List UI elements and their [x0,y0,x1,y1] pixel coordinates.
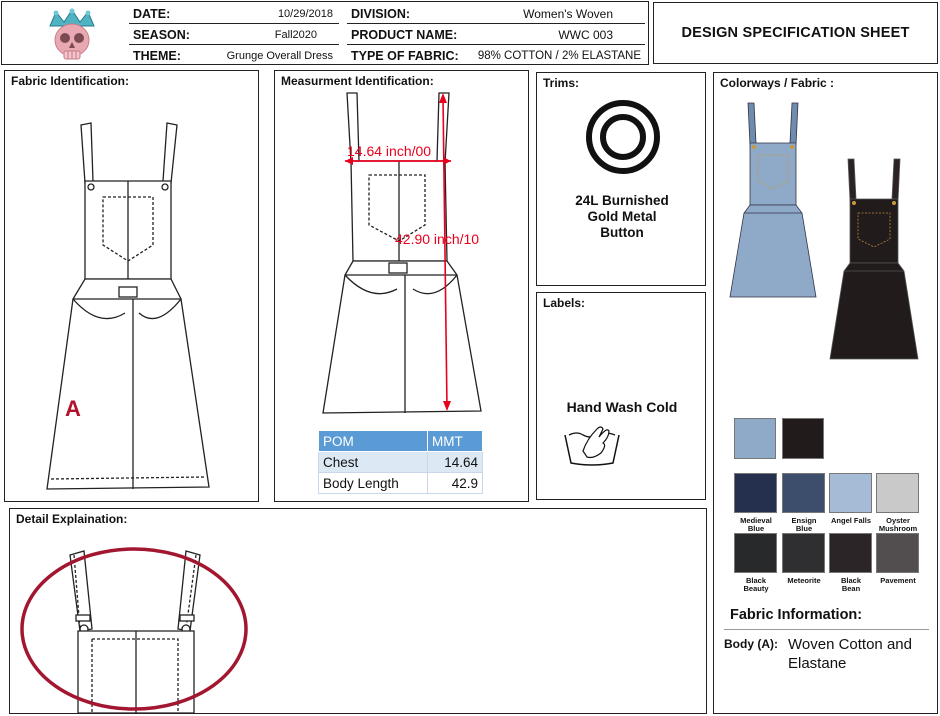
division-row: DIVISION: Women's Woven [347,4,645,24]
color-swatch [782,533,825,573]
overall-dress-flat-sketch [46,122,210,490]
season-row: SEASON: Fall2020 [129,25,339,45]
color-swatch-label-line-2: Blue [795,524,813,533]
product-value: WWC 003 [558,27,613,42]
color-swatch [829,473,872,513]
color-swatch [876,533,919,573]
color-swatch [734,473,777,513]
color-swatch-label-line-2: Mushroom [878,524,918,533]
product-row: PRODUCT NAME: WWC 003 [347,25,645,45]
fabric-type-value: 98% COTTON / 2% ELASTANE [477,50,641,62]
fabric-body-line-1: Woven Cotton and [788,636,912,653]
trim-line-3: Button [600,225,644,240]
color-swatch-label-line-2: Bean [841,584,861,593]
light-denim-dress-image [729,102,817,298]
color-swatch-label: Pavement [870,577,926,585]
table-cell-pom: Body Length [318,472,428,494]
trim-line-2: Gold Metal [587,209,657,224]
season-value: Fall2020 [274,28,317,41]
fabric-body-text: Woven Cotton and Elastane [788,635,912,673]
measurement-identification-title: Measurment Identification: [281,74,434,88]
table-cell-mmt: 14.64 [426,451,484,473]
trim-description: 24L Burnished Gold Metal Button [537,193,707,241]
fabric-marker-a: A [65,396,81,421]
table-row: Chest 14.64 [318,451,484,473]
table-cell-mmt: 42.9 [426,472,484,494]
table-cell-pom: Chest [318,451,428,473]
fabric-swatch-light-denim [734,418,776,459]
date-row: DATE: 10/29/2018 [129,4,339,24]
header-panel: DATE: 10/29/2018 SEASON: Fall2020 THEME:… [1,1,649,65]
fabric-identification-title: Fabric Identification: [11,74,130,88]
table-header-mmt: MMT [426,430,484,452]
table-row: Body Length 42.9 [318,472,484,494]
strap-detail-sketch [20,547,248,713]
theme-value: Grunge Overall Dress [226,50,333,62]
detail-explanation-title: Detail Explaination: [16,512,128,526]
color-swatch [734,533,777,573]
skull-crown-logo [49,8,95,60]
color-swatch-label-line-2: Beauty [743,584,769,593]
division-label: DIVISION: [351,6,411,21]
labels-title: Labels: [543,296,586,310]
fabric-identification-panel: Fabric Identification: A [4,70,259,502]
color-swatch-label: Oyster Mushroom [870,517,926,533]
colorways-panel: Colorways / Fabric : Medieval Blue Ensign B… [713,72,938,714]
black-denim-dress-image [829,158,919,360]
division-value: Women's Woven [523,6,613,21]
season-label: SEASON: [133,27,190,42]
detail-explanation-panel: Detail Explaination: [9,508,707,714]
color-swatch [782,473,825,513]
colorways-title: Colorways / Fabric : [720,76,835,90]
care-instruction: Hand Wash Cold [566,399,678,415]
trims-title: Trims: [543,76,580,90]
fabric-information-title: Fabric Information: [730,607,863,623]
theme-row: THEME: Grunge Overall Dress [129,46,339,66]
fabric-type-row: TYPE OF FABRIC: 98% COTTON / 2% ELASTANE [347,46,645,66]
table-header-row: POM MMT [318,430,484,452]
trims-panel: Trims: 24L Burnished Gold Metal Button [536,72,706,286]
length-annotation: 42.90 inch/10 [395,231,480,247]
hand-wash-icon [564,426,620,466]
chest-annotation: 14.64 inch/00 [347,143,432,159]
color-swatch-label-line-1: Pavement [880,576,916,585]
color-swatch [876,473,919,513]
color-swatch [829,533,872,573]
measurement-table: POM MMT Chest 14.64 Body Length 42.9 [318,430,484,494]
fabric-body-line-2: Elastane [788,655,847,672]
date-value: 10/29/2018 [277,7,333,20]
date-label: DATE: [133,6,171,21]
theme-label: THEME: [133,49,181,63]
metal-button-icon [586,100,660,174]
labels-panel: Labels: Hand Wash Cold [536,292,706,500]
sheet-title: DESIGN SPECIFICATION SHEET [653,2,938,64]
fabric-type-label: TYPE OF FABRIC: [351,49,459,63]
fabric-information-divider [724,629,929,630]
trim-line-1: 24L Burnished [575,193,669,208]
table-header-pom: POM [318,430,428,452]
measurement-flat-sketch [322,92,482,414]
product-label: PRODUCT NAME: [351,27,458,42]
fabric-swatch-black-denim [782,418,824,459]
fabric-body-label: Body (A): [724,637,778,651]
